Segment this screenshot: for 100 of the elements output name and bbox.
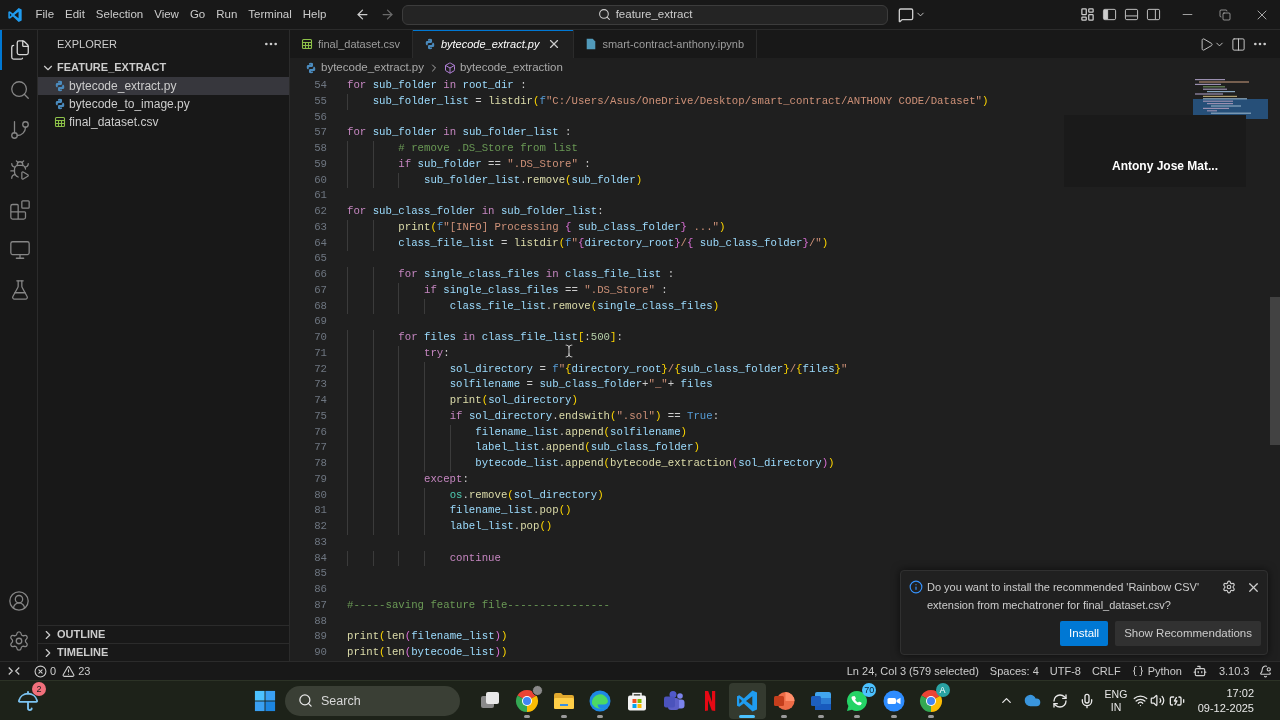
sidebar-toggle-icon[interactable] bbox=[1101, 7, 1117, 22]
info-icon bbox=[909, 580, 923, 594]
tree-item[interactable]: bytecode_to_image.py bbox=[38, 95, 289, 113]
notification-badge: 70 bbox=[862, 682, 877, 697]
cloud-icon[interactable] bbox=[1024, 692, 1041, 709]
install-button[interactable]: Install bbox=[1060, 621, 1109, 646]
speaker-icon[interactable] bbox=[1149, 693, 1165, 708]
editor-tab[interactable]: bytecode_extract.py bbox=[412, 30, 575, 58]
interpreter-status[interactable]: 3.10.3 bbox=[1213, 662, 1255, 680]
menu-item[interactable]: Terminal bbox=[242, 3, 298, 26]
code-line: if single_class_files == ".DS_Store" : bbox=[423, 282, 668, 298]
file-icon bbox=[585, 38, 598, 50]
robot-icon[interactable] bbox=[1193, 664, 1208, 678]
language-status[interactable]: Python bbox=[1126, 662, 1188, 680]
bell-icon[interactable] bbox=[1259, 664, 1272, 678]
settings-icon[interactable] bbox=[1222, 580, 1236, 594]
split-editor-icon[interactable] bbox=[1231, 36, 1246, 52]
tree-item[interactable]: final_dataset.csv bbox=[38, 113, 289, 131]
folder-header[interactable]: FEATURE_EXTRACT bbox=[38, 58, 289, 77]
menu-item[interactable]: Selection bbox=[90, 3, 149, 26]
line-number: 77 bbox=[313, 440, 327, 456]
notification-badge: A bbox=[935, 682, 950, 697]
line-number: 89 bbox=[313, 629, 327, 645]
run-icon[interactable] bbox=[1199, 36, 1214, 52]
back-arrow-icon[interactable] bbox=[354, 7, 370, 22]
code-line: label_list.append(sub_class_folder) bbox=[475, 440, 700, 456]
python-icon bbox=[305, 61, 317, 74]
taskbar-app[interactable]: 70 bbox=[838, 682, 876, 719]
breadcrumb-item[interactable]: bytecode_extraction bbox=[443, 58, 563, 77]
notification-message: Do you want to install the recommended 'Rainbow CSV' extension from mechatroner for final_dataset.csv? bbox=[927, 580, 1200, 613]
close-icon[interactable] bbox=[1246, 580, 1261, 595]
vscode-icon bbox=[735, 688, 760, 713]
search-icon bbox=[298, 693, 313, 708]
participant-name: Antony Jose Mat... bbox=[1112, 158, 1218, 175]
menu-item[interactable]: File bbox=[30, 3, 60, 26]
recommendations-button[interactable]: Show Recommendations bbox=[1115, 621, 1261, 646]
line-number: 65 bbox=[313, 251, 327, 267]
code-line: sol_directory = f"{directory_root}/{sub_class_folder}/{files}" bbox=[449, 361, 848, 377]
indentation-status[interactable]: Spaces: 4 bbox=[984, 662, 1045, 680]
code-line: class_file_list = listdir(f"{directory_root}/{ sub_class_folder}/") bbox=[398, 235, 829, 251]
menu-item[interactable]: Help bbox=[297, 3, 332, 26]
warning-icon bbox=[62, 664, 76, 678]
errors-status[interactable]: 0 bbox=[28, 662, 60, 680]
line-number: 83 bbox=[313, 534, 327, 550]
clock-time[interactable]: 17:02 bbox=[1226, 685, 1254, 701]
cursor-position[interactable]: Ln 24, Col 3 (579 selected) bbox=[841, 662, 985, 680]
line-number: 67 bbox=[313, 282, 327, 298]
line-number: 61 bbox=[313, 188, 327, 204]
teams-icon bbox=[661, 688, 686, 713]
breadcrumb-item[interactable]: bytecode_extract.py bbox=[305, 58, 424, 77]
secondary-sidebar-toggle-icon[interactable] bbox=[1145, 7, 1161, 22]
code-line: sub_folder_list = listdir(f"C:/Users/Asus/OneDrive/Desktop/smart_contract/ANTHONY CODE/Dataset") bbox=[372, 93, 989, 109]
tree-item[interactable]: bytecode_extract.py bbox=[38, 77, 289, 95]
restore-icon[interactable] bbox=[1218, 8, 1231, 21]
scrollbar-thumb[interactable] bbox=[1270, 297, 1280, 445]
chat-icon[interactable] bbox=[898, 6, 914, 23]
encoding-status[interactable]: UTF-8 bbox=[1044, 662, 1087, 680]
code-line: #-----saving feature file---------------- bbox=[347, 597, 610, 613]
line-number: 84 bbox=[313, 550, 327, 566]
edge-icon bbox=[588, 688, 613, 713]
code-line: os.remove(sol_directory) bbox=[449, 487, 604, 503]
editor-tab[interactable]: final_dataset.csv bbox=[290, 30, 413, 58]
layout-icon[interactable] bbox=[1079, 7, 1095, 22]
editor-tab[interactable]: smart-contract-anthony.ipynb bbox=[574, 30, 758, 58]
line-number: 71 bbox=[313, 345, 327, 361]
command-center[interactable]: feature_extract bbox=[402, 4, 888, 25]
clock-date[interactable]: 09-12-2025 bbox=[1197, 700, 1254, 716]
line-number: 56 bbox=[313, 109, 327, 125]
warnings-status[interactable]: 23 bbox=[59, 662, 97, 680]
menu-item[interactable]: View bbox=[148, 3, 185, 26]
input-language[interactable]: ENG bbox=[1104, 687, 1128, 701]
wifi-icon[interactable] bbox=[1132, 693, 1148, 708]
code-line: for sub_folder in root_dir : bbox=[347, 78, 527, 93]
input-region[interactable]: IN bbox=[1110, 700, 1122, 714]
line-number: 81 bbox=[313, 503, 327, 519]
line-number: 90 bbox=[313, 645, 327, 660]
branch-icon bbox=[8, 119, 31, 141]
sync-icon[interactable] bbox=[1051, 692, 1068, 709]
panel-toggle-icon[interactable] bbox=[1123, 7, 1139, 22]
line-number: 75 bbox=[313, 408, 327, 424]
search-field[interactable]: Search bbox=[285, 685, 460, 716]
section-header[interactable]: OUTLINE bbox=[38, 625, 289, 643]
account-icon[interactable] bbox=[7, 590, 30, 612]
remote-icon[interactable] bbox=[7, 664, 21, 678]
braces-icon bbox=[1131, 665, 1144, 677]
taskbar-app[interactable] bbox=[728, 682, 766, 719]
line-number: 62 bbox=[313, 204, 327, 219]
menu-item[interactable]: Edit bbox=[59, 3, 91, 26]
umbrella-icon[interactable] bbox=[17, 689, 39, 712]
sidebar-title: EXPLORER bbox=[57, 36, 117, 52]
code-line: for sub_folder in sub_folder_list : bbox=[347, 125, 572, 141]
python-icon bbox=[423, 38, 436, 50]
menu-item[interactable]: Run bbox=[210, 3, 243, 26]
windows-logo-icon[interactable] bbox=[254, 689, 276, 712]
vscode-logo-icon bbox=[7, 6, 23, 23]
line-number: 76 bbox=[313, 424, 327, 440]
settings-icon[interactable] bbox=[7, 630, 30, 652]
line-ending-status[interactable]: CRLF bbox=[1086, 662, 1127, 680]
menu-item[interactable]: Go bbox=[184, 3, 211, 26]
code-line: filename_list.append(solfilename) bbox=[475, 424, 687, 440]
